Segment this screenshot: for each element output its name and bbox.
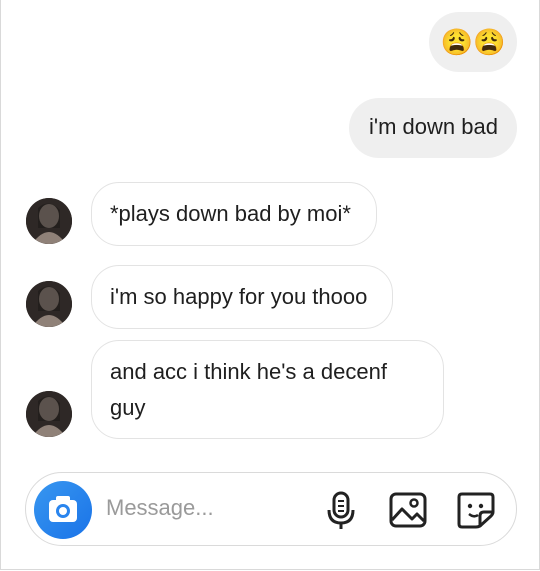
chat-thread: 😩😩 i'm down bad *plays down bad by moi* … (0, 0, 540, 570)
message-text: i'm so happy for you thooo (110, 284, 368, 309)
avatar[interactable] (26, 281, 72, 327)
message-text: i'm down bad (369, 114, 498, 139)
message-composer: Message... (25, 472, 517, 546)
avatar[interactable] (26, 391, 72, 437)
message-text-line: and acc i think he's a decenf (110, 359, 387, 384)
microphone-icon[interactable] (319, 488, 363, 532)
message-text-line: guy (110, 395, 146, 420)
sticker-icon[interactable] (454, 488, 498, 532)
message-outgoing-emoji[interactable]: 😩😩 (429, 12, 517, 72)
message-incoming[interactable]: and acc i think he's a decenf guy (91, 340, 444, 439)
message-incoming[interactable]: i'm so happy for you thooo (91, 265, 393, 329)
message-outgoing[interactable]: i'm down bad (349, 98, 517, 158)
message-text: *plays down bad by moi* (110, 201, 351, 226)
message-incoming[interactable]: *plays down bad by moi* (91, 182, 377, 246)
gallery-icon[interactable] (386, 488, 430, 532)
avatar[interactable] (26, 198, 72, 244)
message-text: 😩😩 (440, 27, 506, 57)
camera-button[interactable] (34, 481, 92, 539)
camera-icon (49, 496, 77, 522)
message-input[interactable]: Message... (106, 495, 214, 521)
